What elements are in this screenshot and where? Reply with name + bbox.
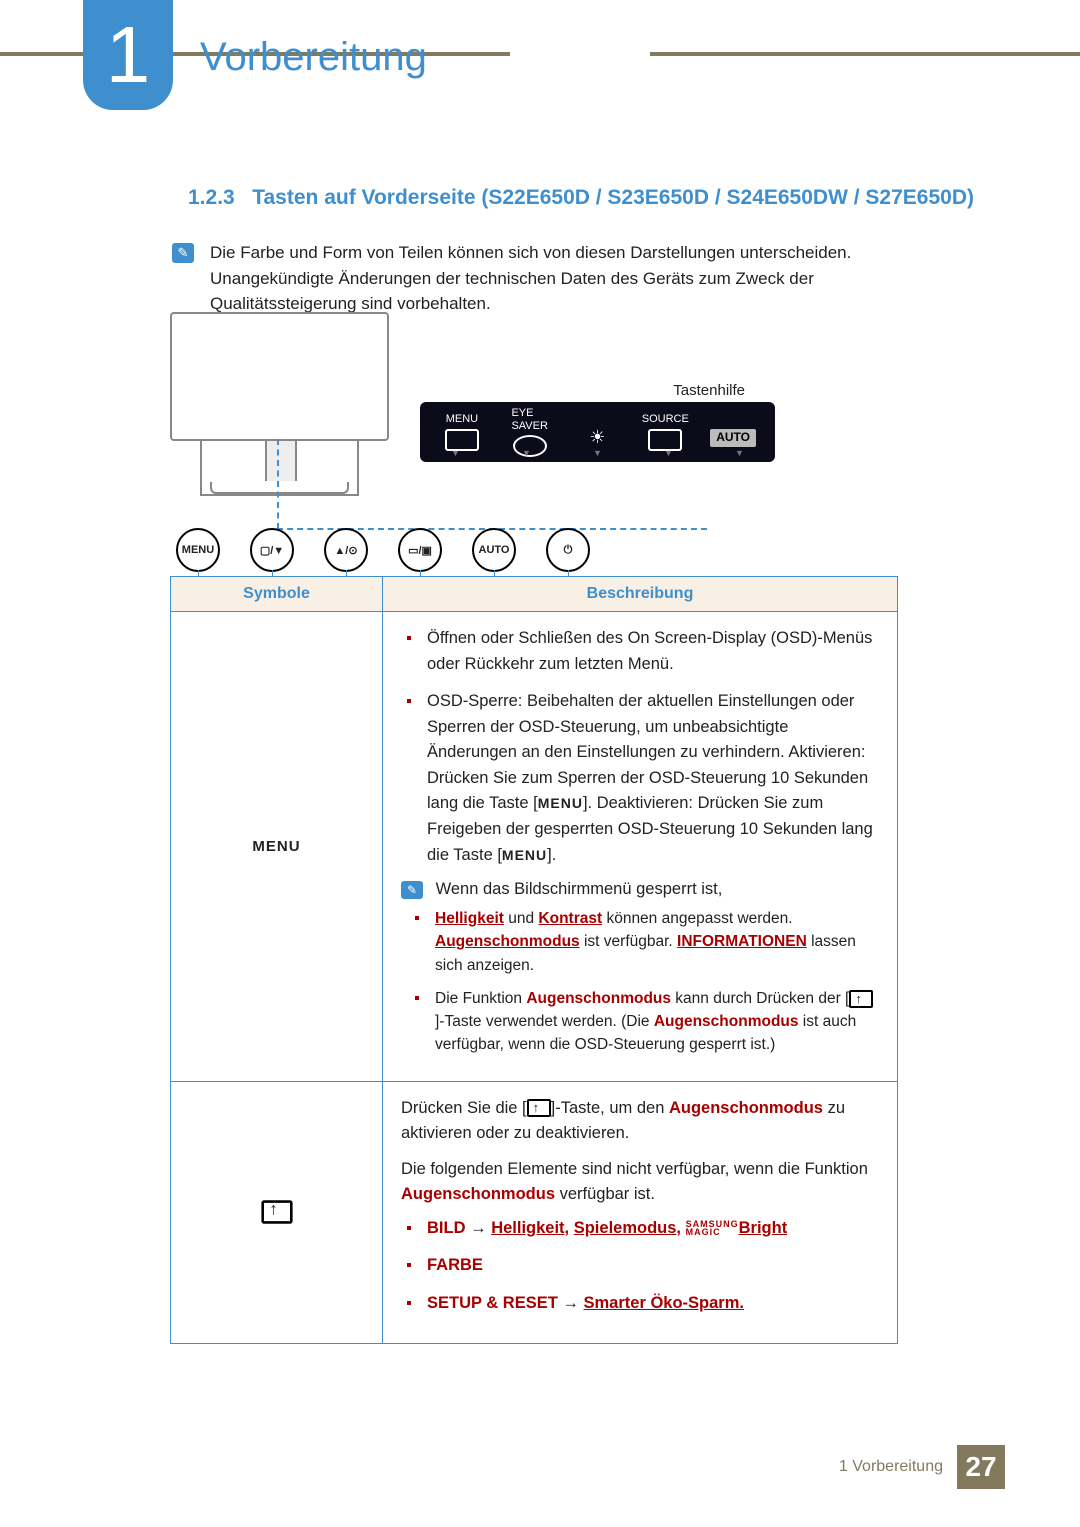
btn-menu: MENU <box>176 528 220 572</box>
up-icon <box>527 1099 551 1117</box>
chapter-number: 1 <box>106 9 151 101</box>
up-icon <box>261 1200 292 1223</box>
monitor-outline <box>170 312 389 441</box>
footer-label: 1 Vorbereitung <box>839 1458 943 1476</box>
section-title-text: Tasten auf Vorderseite (S22E650D / S23E6… <box>252 186 974 209</box>
table-row: Drücken Sie die []-Taste, um den Augensc… <box>171 1081 898 1343</box>
note-icon: ✎ <box>401 881 423 899</box>
sun-icon: ☀ <box>589 428 605 448</box>
symbol-menu: MENU <box>171 612 383 1082</box>
chapter-title: Vorbereitung <box>200 35 427 80</box>
osd-menu: MENU <box>433 413 491 450</box>
desc-eyesaver: Drücken Sie die []-Taste, um den Augensc… <box>383 1081 898 1343</box>
samsung-magic-logo: SAMSUNGMAGIC <box>686 1220 739 1236</box>
list-item: Die Funktion Augenschonmodus kann durch … <box>429 987 879 1057</box>
note-icon: ✎ <box>172 243 194 263</box>
btn-down: ▢/▼ <box>250 528 294 572</box>
locked-note: Wenn das Bildschirmmenü gesperrt ist, <box>436 880 723 898</box>
table-row: MENU Öffnen oder Schließen des On Screen… <box>171 612 898 1082</box>
connector-line-v <box>277 439 279 529</box>
btn-source: ▭/▣ <box>398 528 442 572</box>
osd-auto: AUTO <box>704 417 762 446</box>
auto-badge: AUTO <box>710 429 756 446</box>
th-symbol: Symbole <box>171 577 383 612</box>
osd-help-label: Tastenhilfe <box>673 382 745 399</box>
physical-button-row: MENU ▢/▼ ▲/⊙ ▭/▣ AUTO ⏻ <box>176 528 590 572</box>
page-number: 27 <box>957 1445 1005 1489</box>
section-number: 1.2.3 <box>188 186 235 209</box>
power-icon: ⏻ <box>564 544 573 557</box>
osd-indicator-row: ▼▼▼▼▼ <box>420 448 775 458</box>
osd-source: SOURCE <box>636 413 694 450</box>
btn-up: ▲/⊙ <box>324 528 368 572</box>
list-item: OSD-Sperre: Beibehalten der aktuellen Ei… <box>421 689 879 868</box>
monitor-base <box>200 439 359 496</box>
up-icon <box>849 990 873 1008</box>
section-heading: 1.2.3 Tasten auf Vorderseite (S22E650D /… <box>188 186 974 210</box>
chapter-badge: 1 <box>83 0 173 110</box>
list-item: SETUP & RESET → Smarter Öko-Sparm. <box>421 1291 879 1317</box>
page-footer: 1 Vorbereitung 27 <box>839 1445 1005 1489</box>
list-item: Helligkeit und Kontrast können angepasst… <box>429 907 879 977</box>
buttons-diagram: Tastenhilfe MENU EYE SAVER ☀ SOURCE AUTO <box>170 312 775 557</box>
list-item: FARBE <box>421 1253 879 1279</box>
list-item: BILD → Helligkeit, Spielemodus, SAMSUNGM… <box>421 1216 879 1242</box>
osd-bar: MENU EYE SAVER ☀ SOURCE AUTO ▼▼▼▼▼ <box>420 402 775 462</box>
list-item: Öffnen oder Schließen des On Screen-Disp… <box>421 626 879 677</box>
btn-auto: AUTO <box>472 528 516 572</box>
th-desc: Beschreibung <box>383 577 898 612</box>
symbol-eyesaver <box>171 1081 383 1343</box>
osd-brightness: ☀ <box>568 416 626 448</box>
desc-menu: Öffnen oder Schließen des On Screen-Disp… <box>383 612 898 1082</box>
symbol-table: Symbole Beschreibung MENU Öffnen oder Sc… <box>170 576 898 1344</box>
btn-power: ⏻ <box>546 528 590 572</box>
intro-note: Die Farbe und Form von Teilen können sic… <box>210 240 892 317</box>
